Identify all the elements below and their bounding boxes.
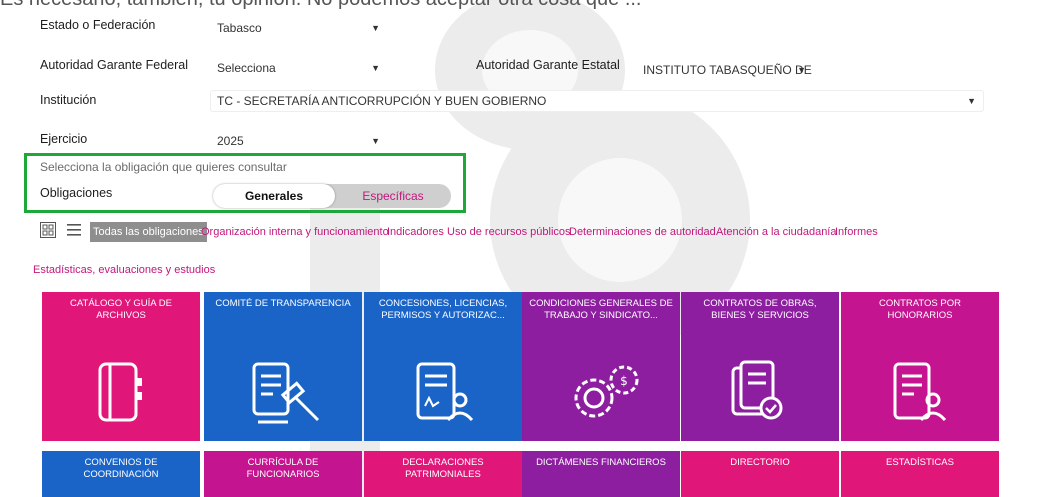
obligation-hint: Selecciona la obligación que quieres con… [40, 160, 287, 174]
autoridad-federal-value: Selecciona [217, 61, 276, 75]
tile-title: CATÁLOGO Y GUÍA DE ARCHIVOS [70, 298, 172, 321]
tab-informes[interactable]: Informes [835, 222, 878, 242]
toggle-especificas[interactable]: Específicas [335, 184, 451, 208]
tile-title: ESTADÍSTICAS [886, 457, 954, 468]
tile-curricula[interactable]: CURRÍCULA DE FUNCIONARIOS [204, 451, 362, 497]
institucion-value: TC - SECRETARÍA ANTICORRUPCIÓN Y BUEN GO… [217, 94, 547, 108]
autoridad-federal-select[interactable]: Selecciona ▼ [210, 57, 388, 79]
person-document-icon [893, 362, 947, 422]
tile-title: COMITÉ DE TRANSPARENCIA [215, 298, 351, 309]
autoridad-estatal-label: Autoridad Garante Estatal [476, 58, 620, 72]
ejercicio-value: 2025 [217, 134, 244, 148]
tile-title: CURRÍCULA DE FUNCIONARIOS [246, 457, 320, 480]
gavel-document-icon [252, 362, 320, 424]
institucion-select[interactable]: TC - SECRETARÍA ANTICORRUPCIÓN Y BUEN GO… [210, 90, 984, 112]
autoridad-estatal-select[interactable]: INSTITUTO TABASQUEÑO DE ▼ [636, 59, 814, 81]
tile-convenios[interactable]: CONVENIOS DE COORDINACIÓN [42, 451, 200, 497]
tile-condiciones[interactable]: CONDICIONES GENERALES DE TRABAJO Y SINDI… [522, 292, 680, 441]
tile-estadisticas[interactable]: ESTADÍSTICAS [841, 451, 999, 497]
tab-organizacion[interactable]: Organización interna y funcionamiento [201, 222, 389, 242]
list-view-icon[interactable] [66, 222, 82, 238]
signed-document-icon [416, 362, 474, 422]
tab-atencion[interactable]: Atención a la ciudadanía [716, 222, 836, 242]
tile-directorio[interactable]: DIRECTORIO [681, 451, 839, 497]
institucion-label: Institución [40, 93, 97, 107]
tab-indicadores[interactable]: Indicadores [387, 222, 444, 242]
chevron-down-icon: ▼ [371, 136, 380, 146]
tile-title: DICTÁMENES FINANCIEROS [536, 457, 666, 468]
tile-contratos-obras[interactable]: CONTRATOS DE OBRAS, BIENES Y SERVICIOS [681, 292, 839, 441]
tile-declaraciones[interactable]: DECLARACIONES PATRIMONIALES [364, 451, 522, 497]
tile-catalogo[interactable]: CATÁLOGO Y GUÍA DE ARCHIVOS [42, 292, 200, 441]
tile-title: DECLARACIONES PATRIMONIALES [402, 457, 484, 480]
chevron-down-icon: ▼ [371, 63, 380, 73]
tab-determinaciones[interactable]: Determinaciones de autoridad [569, 222, 716, 242]
gears-money-icon: $ [574, 365, 639, 418]
estado-select[interactable]: Tabasco ▼ [210, 17, 388, 39]
tile-concesiones[interactable]: CONCESIONES, LICENCIAS, PERMISOS Y AUTOR… [364, 292, 522, 441]
autoridad-estatal-value: INSTITUTO TABASQUEÑO DE [643, 63, 812, 77]
obligaciones-label: Obligaciones [40, 186, 113, 200]
chevron-down-icon: ▼ [797, 65, 806, 75]
ejercicio-label: Ejercicio [40, 132, 88, 146]
autoridad-federal-label: Autoridad Garante Federal [40, 58, 189, 72]
tile-title: DIRECTORIO [730, 457, 790, 468]
obligation-type-toggle[interactable]: Generales Específicas [213, 184, 451, 208]
tab-todas[interactable]: Todas las obligaciones [90, 222, 207, 242]
tile-contratos-honorarios[interactable]: CONTRATOS POR HONORARIOS [841, 292, 999, 441]
tab-estadisticas[interactable]: Estadísticas, evaluaciones y estudios [33, 260, 215, 280]
tile-title: CONTRATOS POR HONORARIOS [879, 298, 961, 321]
estado-value: Tabasco [217, 21, 262, 35]
chevron-down-icon: ▼ [967, 96, 976, 106]
tile-title: CONCESIONES, LICENCIAS, PERMISOS Y AUTOR… [378, 298, 508, 321]
svg-text:$: $ [620, 374, 628, 388]
tile-title: CONTRATOS DE OBRAS, BIENES Y SERVICIOS [703, 298, 817, 321]
page-intro-text: Es necesario, también, tu opinión. No po… [0, 0, 641, 11]
tile-title: CONVENIOS DE COORDINACIÓN [83, 457, 159, 480]
tile-comite[interactable]: COMITÉ DE TRANSPARENCIA [204, 292, 362, 441]
estado-label: Estado o Federación [40, 18, 156, 32]
chevron-down-icon: ▼ [371, 23, 380, 33]
grid-view-icon[interactable] [40, 222, 56, 238]
tab-recursos[interactable]: Uso de recursos públicos [447, 222, 571, 242]
toggle-generales[interactable]: Generales [213, 184, 335, 208]
tile-title: CONDICIONES GENERALES DE TRABAJO Y SINDI… [529, 298, 673, 321]
ejercicio-select[interactable]: 2025 ▼ [210, 130, 388, 152]
binder-icon [98, 362, 142, 422]
approved-documents-icon [731, 360, 783, 420]
tile-dictamenes[interactable]: DICTÁMENES FINANCIEROS [522, 451, 680, 497]
